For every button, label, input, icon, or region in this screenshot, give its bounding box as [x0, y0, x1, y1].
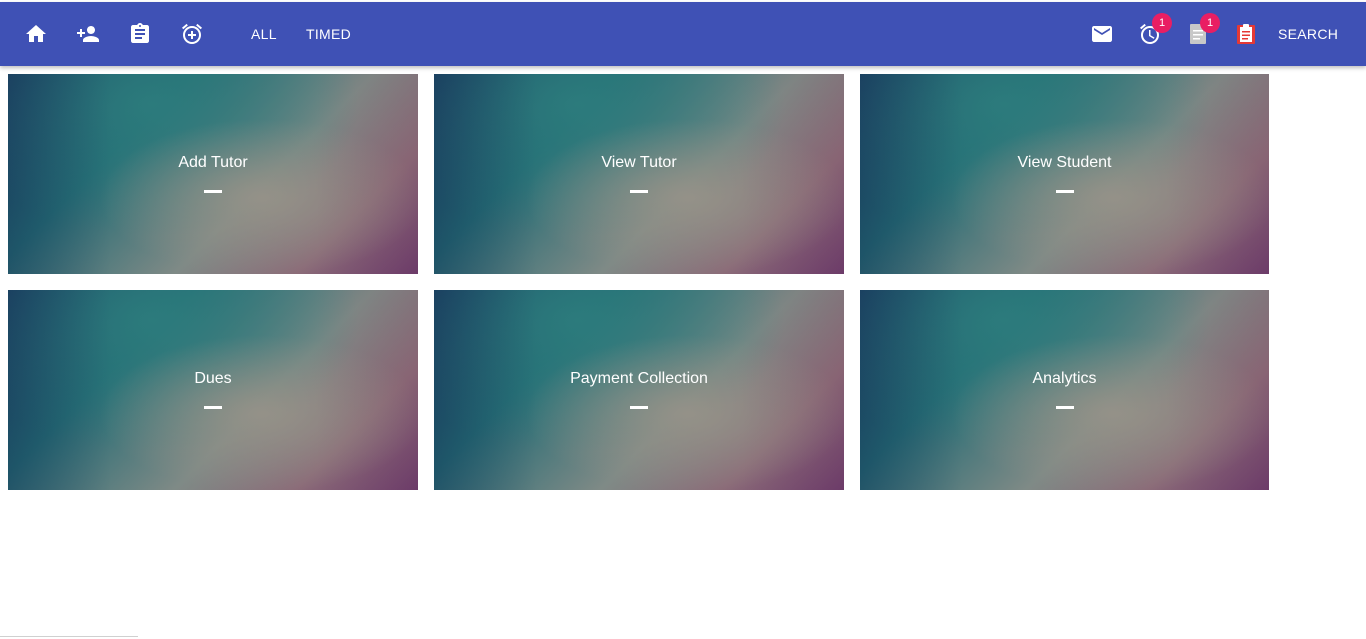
tile-divider	[1055, 189, 1074, 193]
tile-divider	[1055, 405, 1074, 409]
tile-label: View Student	[1017, 153, 1112, 171]
tile-label: Add Tutor	[178, 153, 248, 171]
person-add-icon[interactable]	[66, 2, 110, 66]
home-icon[interactable]	[14, 2, 58, 66]
tile-divider	[204, 189, 222, 193]
nav-all-link[interactable]: ALL	[251, 2, 277, 66]
tile-view-tutor[interactable]: View Tutor	[434, 74, 844, 274]
document-badge: 1	[1200, 13, 1220, 33]
description-icon[interactable]: 1	[1176, 2, 1220, 66]
tile-label: View Tutor	[601, 153, 677, 171]
tile-label: Analytics	[1032, 369, 1097, 387]
assignment-icon[interactable]	[1224, 2, 1268, 66]
tile-label: Payment Collection	[570, 369, 708, 387]
tile-dues[interactable]: Dues	[8, 290, 418, 490]
mail-icon[interactable]	[1080, 2, 1124, 66]
alarm-badge: 1	[1152, 13, 1172, 33]
add-alarm-icon[interactable]	[170, 2, 214, 66]
tile-divider	[204, 405, 222, 409]
tile-analytics[interactable]: Analytics	[860, 290, 1269, 490]
tile-view-student[interactable]: View Student	[860, 74, 1269, 274]
assignment-icon[interactable]	[118, 2, 162, 66]
tile-divider	[630, 405, 648, 409]
tile-label: Dues	[194, 369, 232, 387]
divider-line	[0, 636, 138, 637]
tile-payment-collection[interactable]: Payment Collection	[434, 290, 844, 490]
nav-timed-link[interactable]: TIMED	[306, 2, 351, 66]
alarm-icon[interactable]: 1	[1128, 2, 1172, 66]
tile-add-tutor[interactable]: Add Tutor	[8, 74, 418, 274]
tile-divider	[630, 189, 648, 193]
search-button[interactable]: SEARCH	[1278, 2, 1338, 66]
top-app-bar: ALL TIMED 1 1 SEARCH	[0, 2, 1366, 66]
